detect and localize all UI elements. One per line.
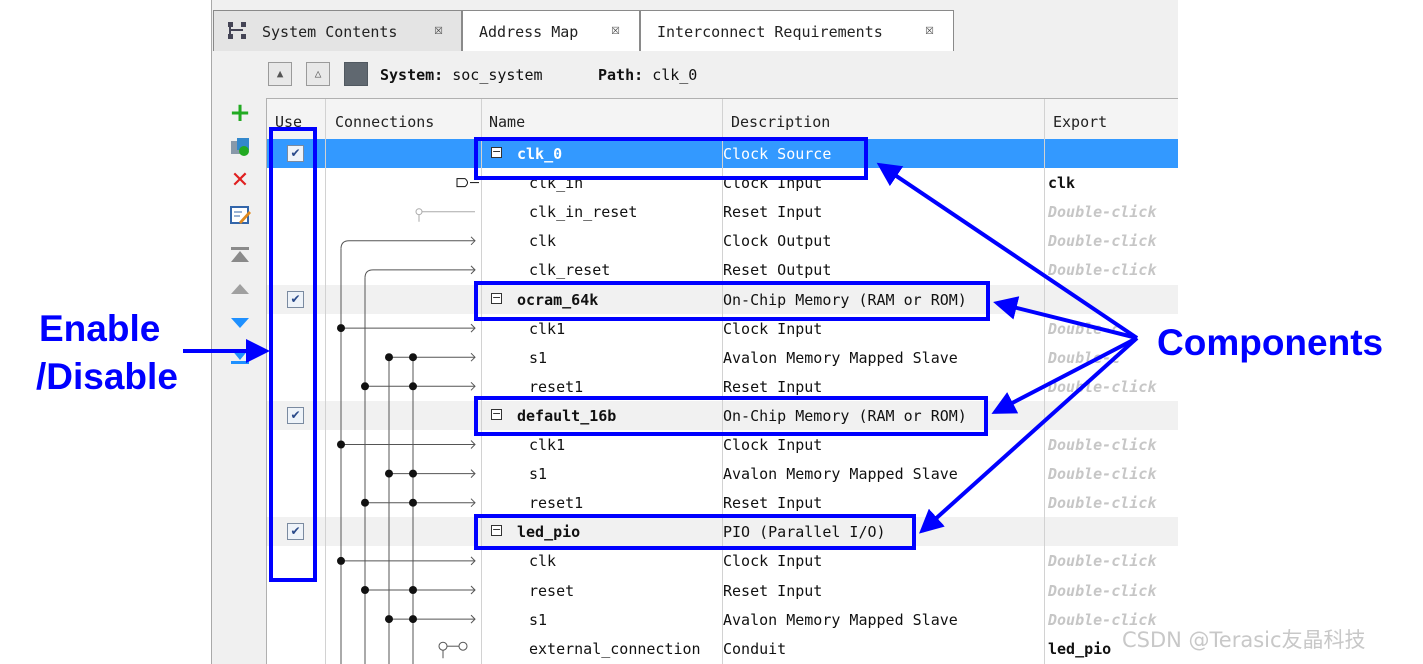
arrow-clk-0 <box>876 162 1139 340</box>
annotation-arrows <box>183 162 1139 534</box>
arrow-led-pio <box>919 336 1139 534</box>
arrow-ocram <box>993 296 1138 340</box>
watermark: CSDN @Terasic友晶科技 <box>1122 628 1366 652</box>
